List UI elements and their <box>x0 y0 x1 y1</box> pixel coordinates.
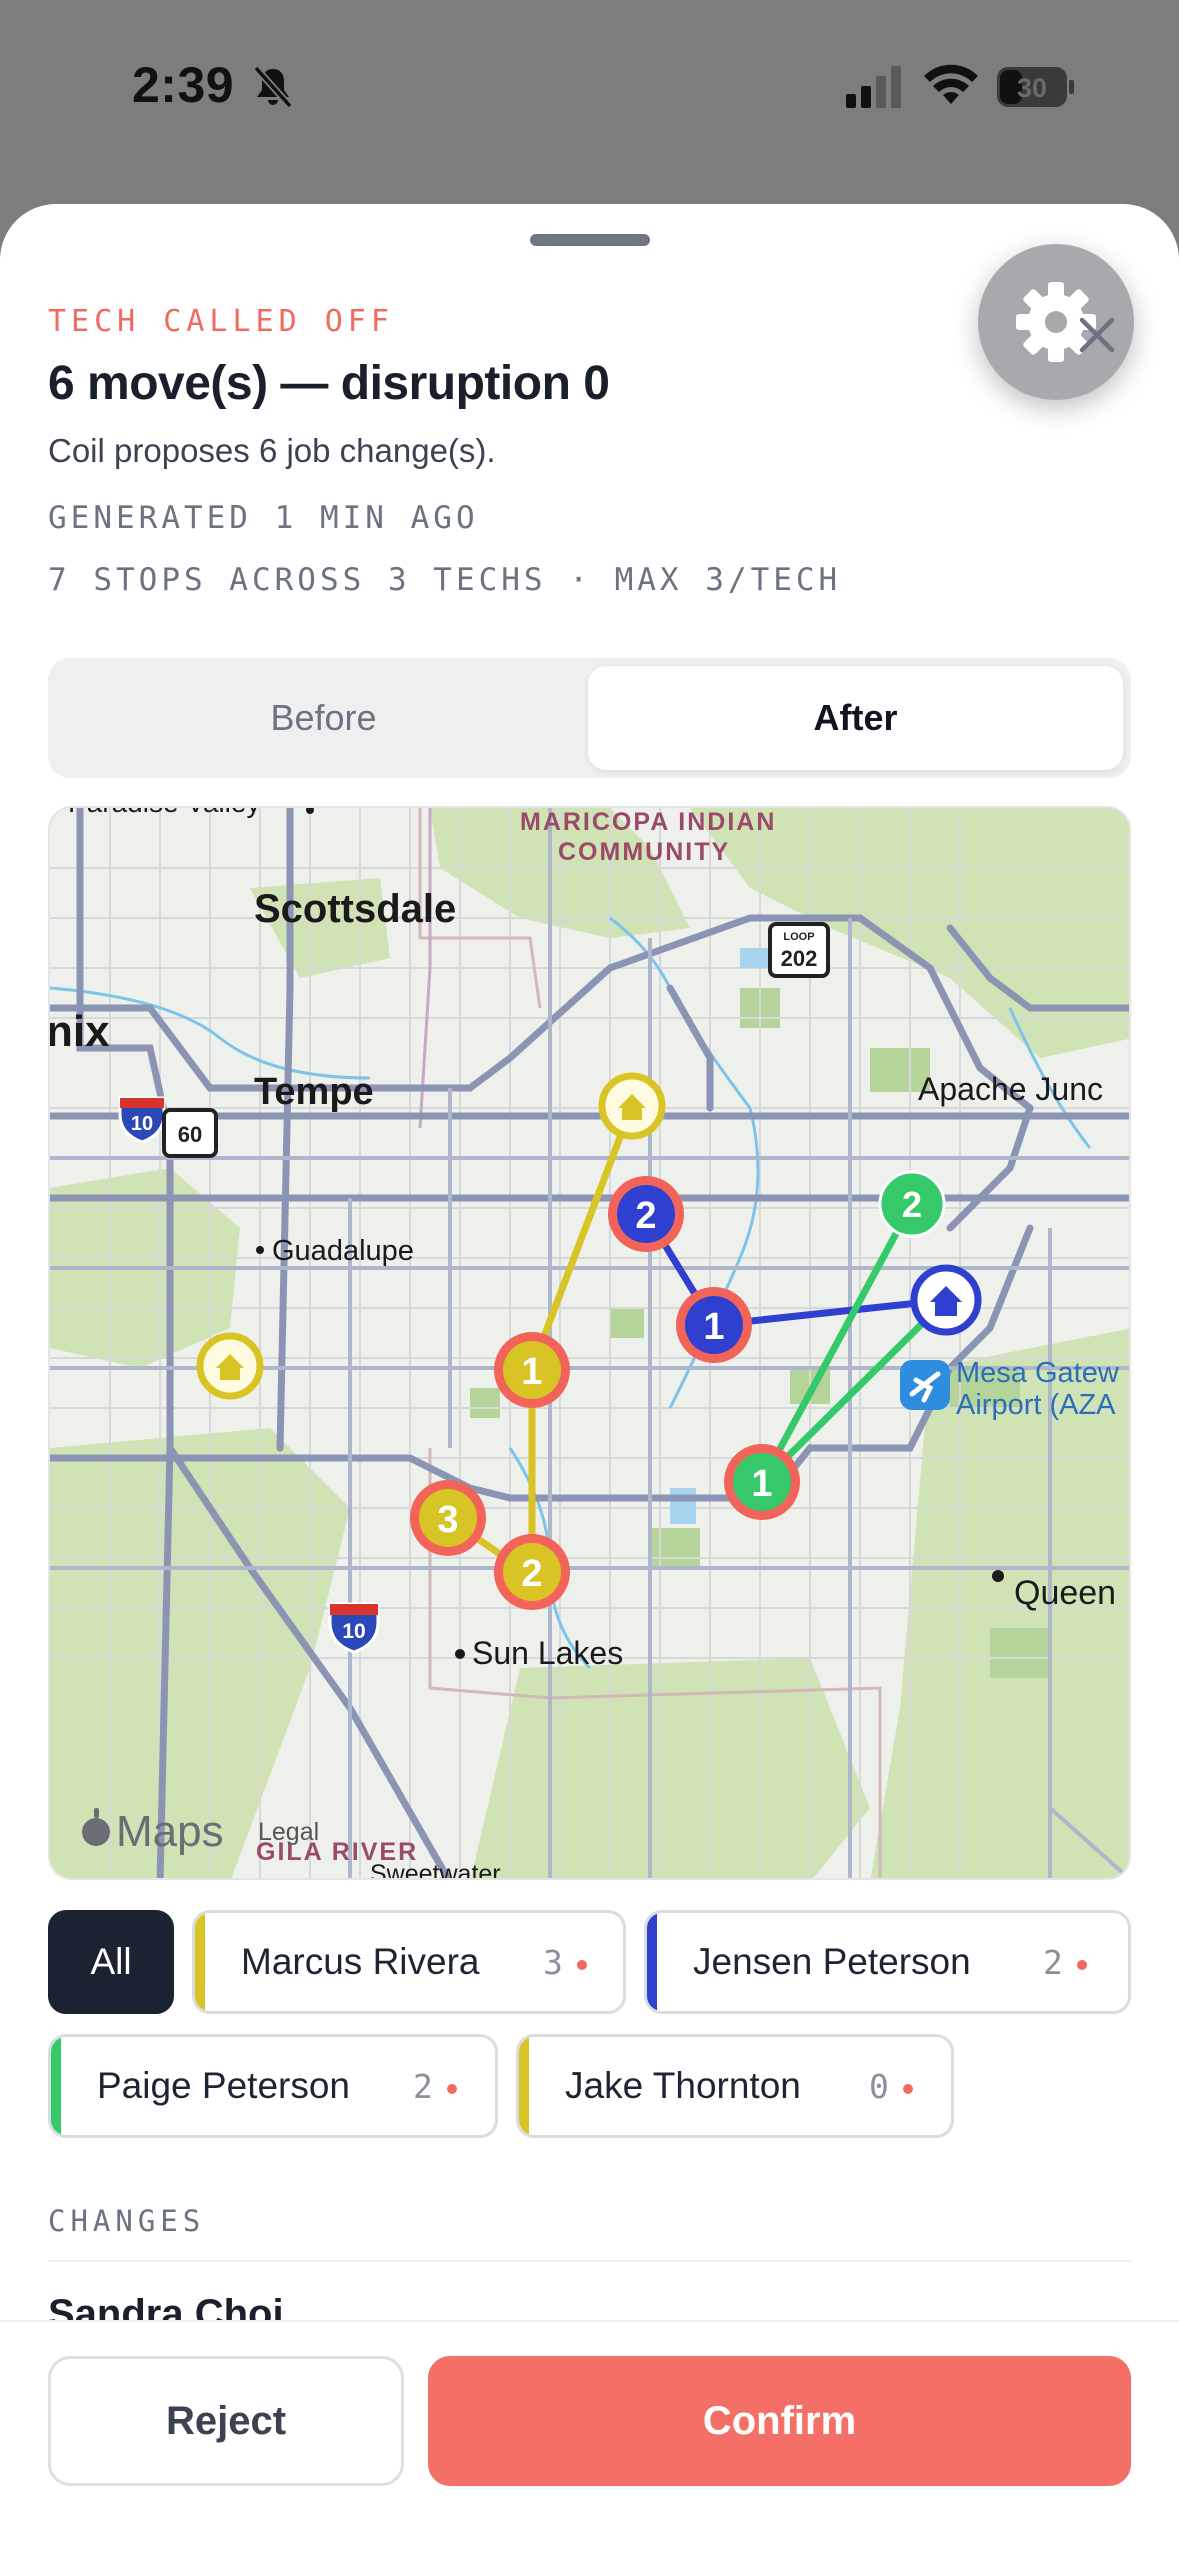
tech-name: Jake Thornton <box>565 2065 801 2106</box>
stop-marker-yellow-1: 1 <box>494 1332 570 1408</box>
map-label-mesa-gateway-2: Airport (AZA <box>956 1389 1116 1421</box>
stop-marker-blue-1: 1 <box>676 1287 752 1363</box>
disruption-kicker: TECH CALLED OFF <box>48 304 394 339</box>
bottom-sheet: TECH CALLED OFF 6 move(s) — disruption 0… <box>0 204 1179 2556</box>
tech-name: Jensen Peterson <box>693 1941 971 1982</box>
map-label-guadalupe: Guadalupe <box>272 1235 414 1267</box>
change-dot <box>903 2084 913 2094</box>
change-dot <box>1077 1960 1087 1970</box>
proposal-title: 6 move(s) — disruption 0 <box>48 357 610 410</box>
tech-name: Marcus Rivera <box>241 1941 480 1982</box>
home-marker-blue <box>910 1264 982 1336</box>
svg-text:3: 3 <box>437 1499 458 1541</box>
map-label-mesa-gateway-1: Mesa Gatew <box>956 1357 1120 1389</box>
map-canvas: Paradise Valley MARICOPA INDIAN COMMUNIT… <box>50 808 1129 1878</box>
confirm-button[interactable]: Confirm <box>428 2356 1131 2486</box>
tech-color-bar <box>519 2037 529 2135</box>
proposal-subtitle: Coil proposes 6 job change(s). <box>48 432 496 469</box>
map-label-maricopa-2: COMMUNITY <box>558 838 730 866</box>
svg-text:1: 1 <box>751 1463 772 1505</box>
map-label-phoenix: nix <box>50 1007 110 1056</box>
changes-section-label: CHANGES <box>48 2204 206 2238</box>
map-label-tempe: Tempe <box>254 1071 374 1113</box>
stops-summary: 7 STOPS ACROSS 3 TECHS · MAX 3/TECH <box>48 562 842 598</box>
stop-marker-yellow-2: 2 <box>494 1534 570 1610</box>
action-footer: Reject Confirm <box>0 2320 1179 2556</box>
svg-text:2: 2 <box>635 1195 656 1237</box>
apple-maps-brand: Maps <box>116 1807 224 1856</box>
home-marker-yellow-west <box>196 1332 264 1400</box>
svg-text:LOOP: LOOP <box>783 931 814 943</box>
cellular-signal-icon <box>846 66 901 108</box>
svg-text:1: 1 <box>703 1306 724 1348</box>
svg-text:60: 60 <box>178 1122 202 1147</box>
filter-all-chip[interactable]: All <box>48 1910 174 2014</box>
tech-color-bar <box>647 1913 657 2011</box>
map-label-maricopa-1: MARICOPA INDIAN <box>520 808 776 836</box>
sheet-grabber[interactable] <box>530 234 650 246</box>
tech-stop-count: 2 <box>413 2066 433 2106</box>
stop-marker-yellow-3: 3 <box>410 1480 486 1556</box>
loop-202-shield: LOOP 202 <box>768 922 830 978</box>
svg-text:1: 1 <box>521 1351 542 1393</box>
filter-chip-paige-peterson[interactable]: Paige Peterson 2 <box>48 2034 498 2138</box>
tech-color-bar <box>51 2037 61 2135</box>
tech-stop-count: 3 <box>543 1942 563 1982</box>
divider <box>48 2260 1131 2262</box>
reject-button[interactable]: Reject <box>48 2356 404 2486</box>
tech-name: Paige Peterson <box>97 2065 351 2106</box>
filter-chip-marcus-rivera[interactable]: Marcus Rivera 3 <box>192 1910 626 2014</box>
us60-shield: 60 <box>162 1108 218 1158</box>
stop-marker-green-2: 2 <box>878 1170 946 1238</box>
airport-icon <box>900 1360 950 1410</box>
before-tab[interactable]: Before <box>56 666 591 770</box>
before-after-toggle: Before After <box>48 658 1131 778</box>
generated-time: GENERATED 1 MIN AGO <box>48 500 479 536</box>
battery-icon: 30 <box>997 67 1074 107</box>
filter-chip-jake-thornton[interactable]: Jake Thornton 0 <box>516 2034 954 2138</box>
svg-text:202: 202 <box>781 946 818 971</box>
wifi-icon <box>924 64 978 104</box>
svg-text:10: 10 <box>342 1620 365 1643</box>
close-icon[interactable] <box>1074 312 1120 358</box>
map-label-apache-junction: Apache Junc <box>918 1071 1103 1107</box>
map-label-sun-lakes: Sun Lakes <box>472 1635 623 1671</box>
change-dot <box>447 2084 457 2094</box>
tech-stop-count: 2 <box>1043 1942 1063 1982</box>
status-time: 2:39 <box>132 57 235 113</box>
after-tab[interactable]: After <box>588 666 1123 770</box>
filter-chip-jensen-peterson[interactable]: Jensen Peterson 2 <box>644 1910 1131 2014</box>
stop-marker-blue-2: 2 <box>608 1176 684 1252</box>
tech-color-bar <box>195 1913 205 2011</box>
route-map[interactable]: Paradise Valley MARICOPA INDIAN COMMUNIT… <box>48 806 1131 1880</box>
battery-level: 30 <box>1017 73 1047 103</box>
stop-marker-green-1: 1 <box>724 1444 800 1520</box>
map-label-paradise-valley: Paradise Valley <box>68 808 260 818</box>
svg-text:2: 2 <box>902 1184 922 1225</box>
map-legal-link: Legal <box>258 1818 319 1846</box>
svg-text:2: 2 <box>521 1553 542 1595</box>
tech-stop-count: 0 <box>869 2066 889 2106</box>
home-marker-yellow <box>598 1072 666 1140</box>
svg-text:10: 10 <box>131 1113 153 1135</box>
filter-all-label: All <box>90 1941 132 1982</box>
status-bar: 2:39 30 <box>0 0 1179 180</box>
map-label-queen-creek: Queen <box>1014 1574 1116 1612</box>
bell-muted-icon <box>253 65 293 109</box>
change-dot <box>577 1960 587 1970</box>
map-label-scottsdale: Scottsdale <box>254 887 456 931</box>
